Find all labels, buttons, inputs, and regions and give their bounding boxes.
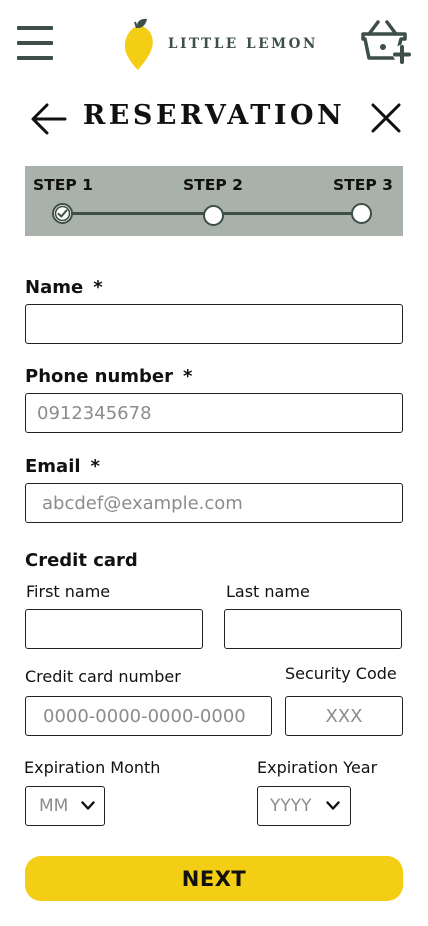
required-mark: * (183, 366, 193, 387)
first-name-input[interactable] (25, 609, 203, 649)
close-icon (371, 103, 401, 133)
next-button[interactable]: NEXT (25, 856, 403, 901)
exp-year-value: YYYY (270, 796, 312, 816)
chevron-down-icon (81, 801, 95, 810)
first-name-label: First name (26, 582, 111, 601)
chevron-down-icon (326, 801, 340, 810)
step-3-indicator[interactable] (351, 203, 372, 224)
email-input[interactable] (25, 483, 403, 523)
page-title: RESERVATION (82, 100, 346, 131)
required-mark: * (93, 277, 103, 298)
exp-month-select[interactable]: MM (25, 786, 105, 826)
basket-add-icon (361, 20, 411, 64)
phone-label: Phone number * (25, 366, 192, 387)
required-mark: * (90, 456, 100, 477)
close-button[interactable] (368, 100, 404, 136)
exp-year-select[interactable]: YYYY (257, 786, 351, 826)
card-number-input[interactable] (25, 696, 272, 736)
name-input[interactable] (25, 304, 403, 344)
security-code-input[interactable] (285, 696, 403, 736)
step-2-label: STEP 2 (183, 176, 243, 194)
hamburger-menu-icon (17, 26, 53, 30)
check-icon (54, 205, 71, 222)
phone-input[interactable] (25, 393, 403, 433)
last-name-label: Last name (226, 582, 310, 601)
name-label: Name * (25, 277, 103, 298)
email-label: Email * (25, 456, 100, 477)
email-label-text: Email (25, 456, 81, 477)
hamburger-menu-icon-bar (17, 41, 53, 45)
hamburger-menu-icon-bar (17, 56, 53, 60)
progress-stepper: STEP 1 STEP 2 STEP 3 (25, 166, 403, 236)
cart-button[interactable] (360, 18, 414, 66)
step-2-indicator[interactable] (203, 205, 224, 226)
lemon-icon (124, 18, 153, 70)
brand-name: LITTLE LEMON (168, 36, 318, 52)
security-code-label: Security Code (285, 664, 397, 683)
step-3-label: STEP 3 (333, 176, 393, 194)
step-1-indicator[interactable] (52, 203, 73, 224)
credit-card-heading: Credit card (25, 550, 138, 571)
step-1-label: STEP 1 (33, 176, 93, 194)
phone-label-text: Phone number (25, 366, 174, 387)
exp-month-label: Expiration Month (24, 758, 161, 777)
last-name-input[interactable] (224, 609, 402, 649)
exp-year-label: Expiration Year (257, 758, 378, 777)
card-number-label: Credit card number (25, 667, 181, 686)
brand-logo[interactable]: LITTLE LEMON (122, 17, 318, 71)
menu-button[interactable] (16, 24, 54, 62)
exp-month-value: MM (39, 796, 69, 816)
name-label-text: Name (25, 277, 84, 298)
